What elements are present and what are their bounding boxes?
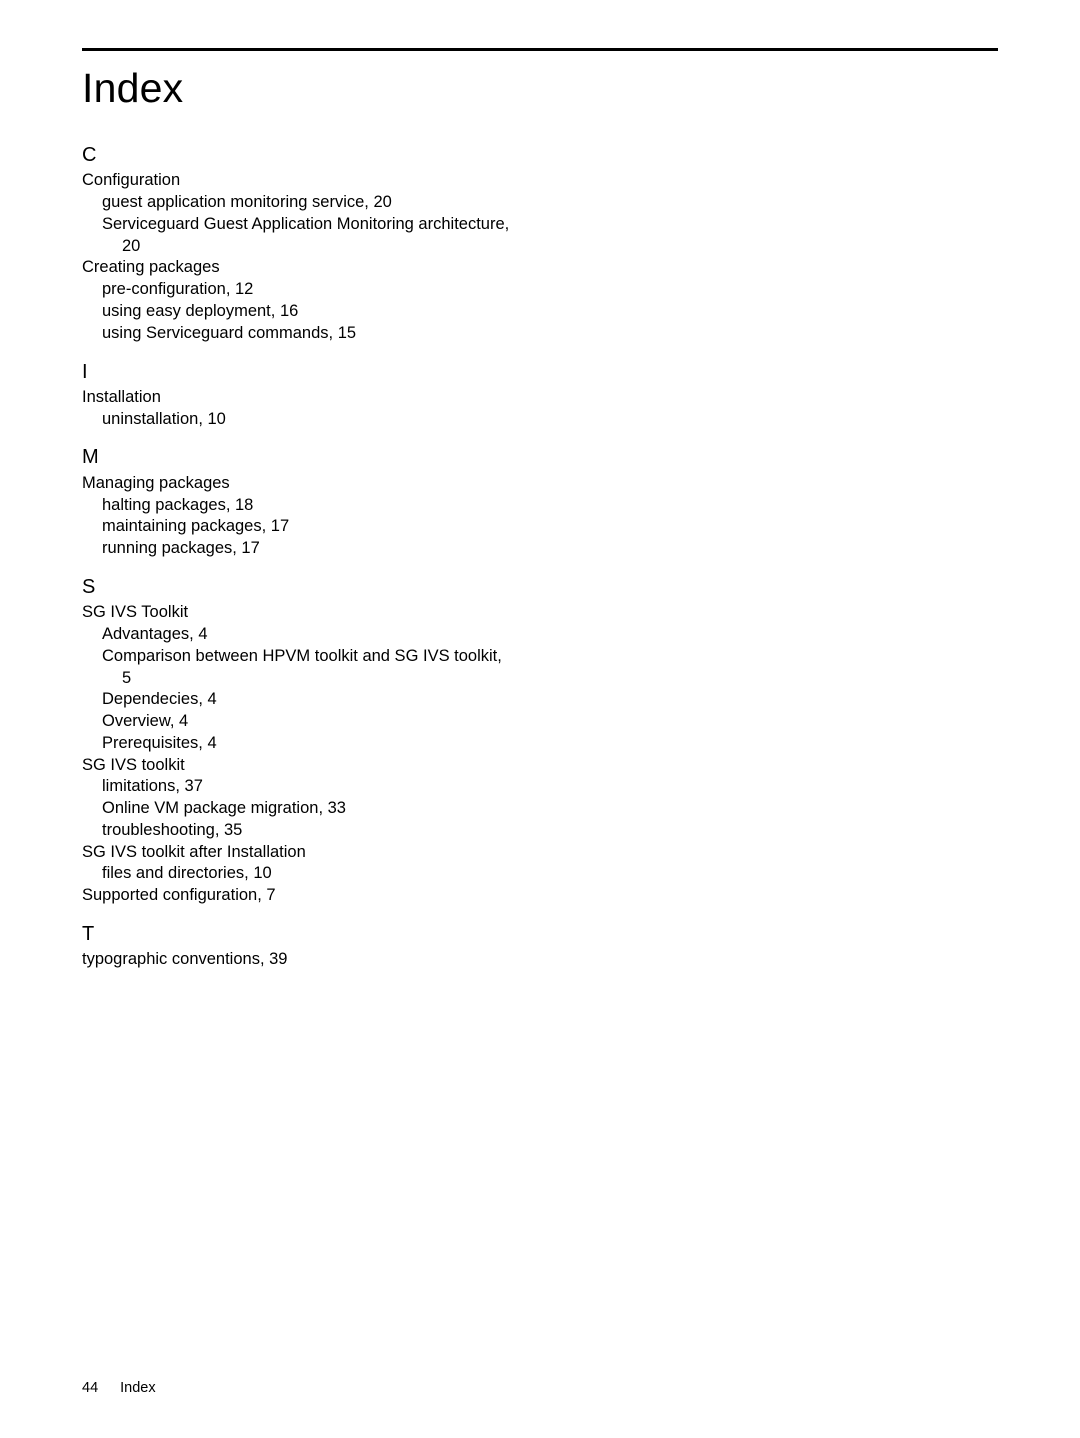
index-entry: SG IVS toolkit after Installation (82, 842, 592, 864)
index-entry: maintaining packages, 17 (82, 516, 592, 538)
index-entry: troubleshooting, 35 (82, 820, 592, 842)
index-entry: limitations, 37 (82, 776, 592, 798)
index-entry: guest application monitoring service, 20 (82, 192, 592, 214)
index-entry: SG IVS toolkit (82, 755, 592, 777)
index-entry: SG IVS Toolkit (82, 602, 592, 624)
index-entry: Online VM package migration, 33 (82, 798, 592, 820)
index-entry: 20 (82, 236, 592, 258)
page-footer: 44 Index (82, 1380, 156, 1396)
index-entry: halting packages, 18 (82, 495, 592, 517)
index-letter-t: T (82, 921, 592, 947)
index-entry: typographic conventions, 39 (82, 949, 592, 971)
index-entry: pre-configuration, 12 (82, 279, 592, 301)
index-entry: files and directories, 10 (82, 863, 592, 885)
index-entry: Configuration (82, 170, 592, 192)
index-entry: Dependecies, 4 (82, 689, 592, 711)
index-letter-c: C (82, 142, 592, 168)
index-entry: using Serviceguard commands, 15 (82, 323, 592, 345)
index-entry: Installation (82, 387, 592, 409)
page-number: 44 (82, 1380, 98, 1396)
index-letter-s: S (82, 574, 592, 600)
index-entry: Overview, 4 (82, 711, 592, 733)
index-entry: 5 (82, 668, 592, 690)
index-letter-i: I (82, 359, 592, 385)
index-entry: Advantages, 4 (82, 624, 592, 646)
index-entry: Serviceguard Guest Application Monitorin… (82, 214, 592, 236)
index-letter-m: M (82, 444, 592, 470)
index-entry: Creating packages (82, 257, 592, 279)
index-entry: Comparison between HPVM toolkit and SG I… (82, 646, 592, 668)
index-entry: running packages, 17 (82, 538, 592, 560)
index-entry: using easy deployment, 16 (82, 301, 592, 323)
horizontal-rule (82, 48, 998, 51)
index-entry: Supported configuration, 7 (82, 885, 592, 907)
index-entry: uninstallation, 10 (82, 409, 592, 431)
index-entry: Managing packages (82, 473, 592, 495)
index-entry: Prerequisites, 4 (82, 733, 592, 755)
index-body: C Configuration guest application monito… (82, 142, 592, 971)
page-title: Index (82, 65, 998, 112)
footer-section-title: Index (120, 1380, 155, 1396)
